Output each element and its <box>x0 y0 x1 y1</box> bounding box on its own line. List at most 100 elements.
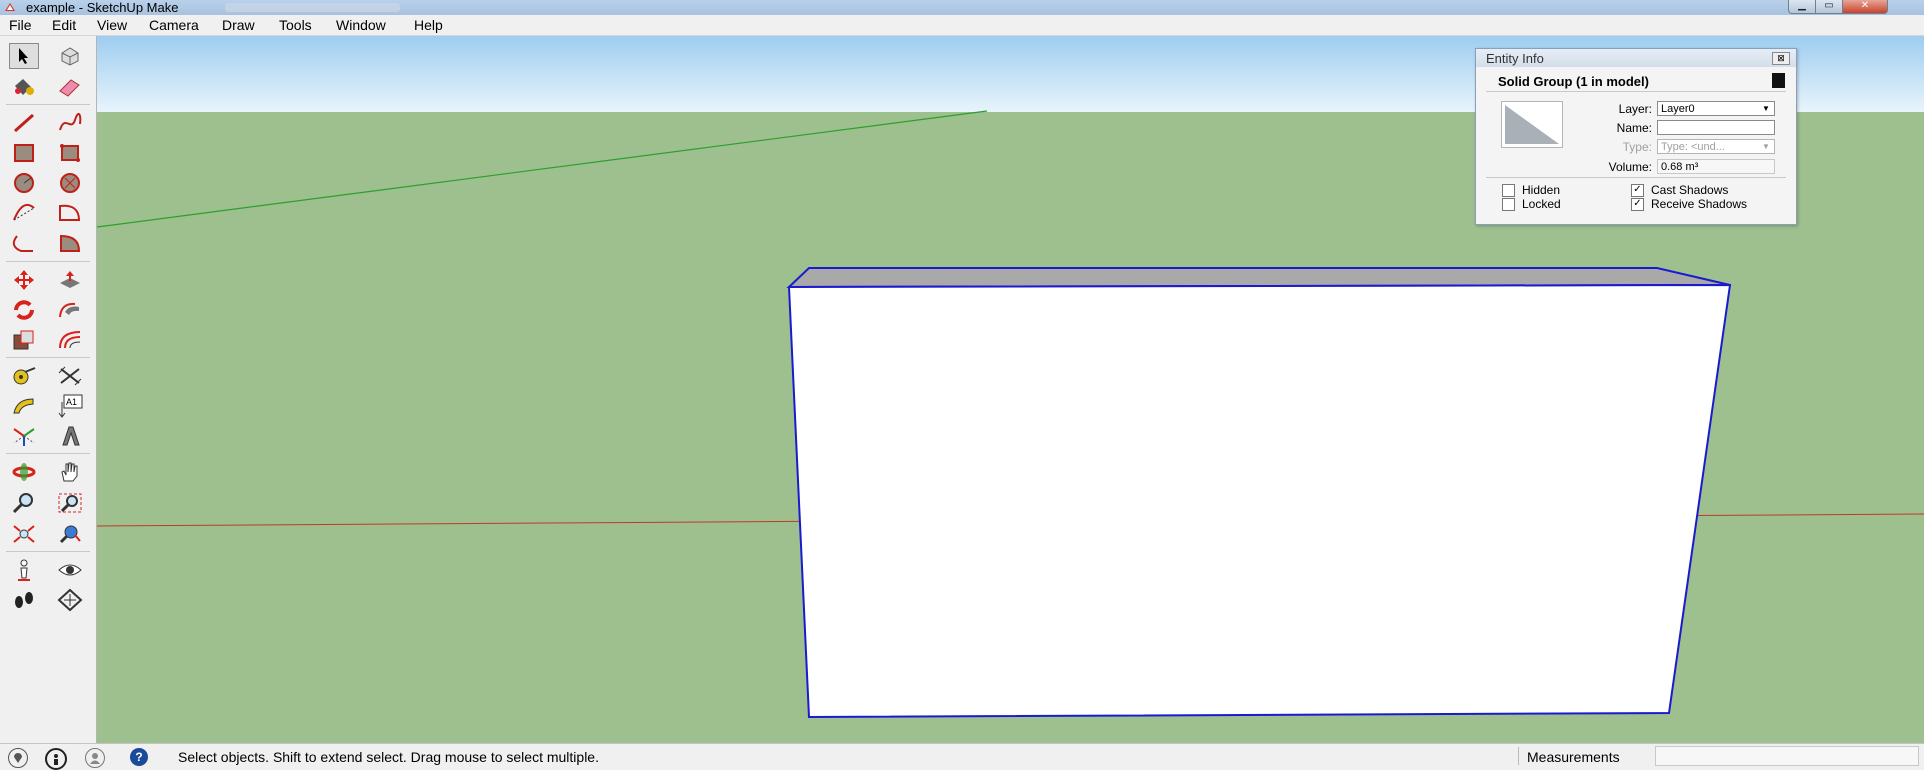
volume-field: 0.68 m³ <box>1657 159 1775 174</box>
line-tool-icon[interactable] <box>9 110 39 136</box>
move-tool-icon[interactable] <box>9 267 39 293</box>
name-field[interactable] <box>1657 120 1775 135</box>
receive-shadows-label: Receive Shadows <box>1651 197 1748 211</box>
minimize-button[interactable]: ▁ <box>1788 0 1816 14</box>
layer-label: Layer: <box>1618 102 1652 116</box>
hidden-label: Hidden <box>1522 183 1561 197</box>
type-label: Type: <box>1622 140 1652 154</box>
volume-value: 0.68 m³ <box>1661 161 1699 173</box>
menu-window[interactable]: Window <box>336 17 386 33</box>
menu-tools[interactable]: Tools <box>279 17 312 33</box>
menu-draw[interactable]: Draw <box>222 17 255 33</box>
geo-location-icon[interactable] <box>8 748 28 768</box>
offset-tool-icon[interactable] <box>55 327 85 353</box>
measurements-input[interactable] <box>1655 746 1919 766</box>
select-tool-icon[interactable] <box>9 43 39 69</box>
polygon-tool-icon[interactable] <box>55 170 85 196</box>
three-point-arc-icon[interactable] <box>9 230 39 256</box>
entity-type-label: Solid Group (1 in model) <box>1498 74 1649 89</box>
chevron-down-icon: ▼ <box>1762 104 1770 113</box>
toolbar-separator <box>6 357 90 358</box>
eraser-icon[interactable] <box>55 74 85 100</box>
large-tool-set-toolbar: A1 <box>0 36 97 743</box>
entity-info-titlebar[interactable]: Entity Info ⊠ <box>1476 49 1796 67</box>
entity-info-header: Solid Group (1 in model) <box>1486 71 1786 92</box>
section-plane-icon[interactable] <box>55 587 85 613</box>
dimension-tool-icon[interactable] <box>55 363 85 389</box>
status-divider <box>1518 747 1519 765</box>
rotated-rectangle-icon[interactable] <box>55 140 85 166</box>
push-pull-icon[interactable] <box>55 267 85 293</box>
measurements-label: Measurements <box>1527 749 1620 765</box>
text-tool-icon[interactable]: A1 <box>55 393 85 419</box>
title-bar: example - SketchUp Make ▁ ▭ ✕ <box>0 0 1924 15</box>
locked-checkbox[interactable] <box>1502 198 1515 211</box>
3d-text-icon[interactable] <box>55 423 85 449</box>
paint-bucket-icon[interactable] <box>9 74 39 100</box>
tape-measure-icon[interactable] <box>9 363 39 389</box>
menu-edit[interactable]: Edit <box>52 17 76 33</box>
rectangle-tool-icon[interactable] <box>9 140 39 166</box>
arc-tool-icon[interactable] <box>9 200 39 226</box>
type-select: Type: <und... ▼ <box>1657 139 1775 154</box>
cast-shadows-checkbox[interactable]: ✓ <box>1631 184 1644 197</box>
help-icon[interactable]: ? <box>130 748 148 766</box>
hidden-checkbox[interactable] <box>1502 184 1515 197</box>
previous-view-icon[interactable] <box>55 521 85 547</box>
toolbar-separator <box>6 551 90 552</box>
position-camera-icon[interactable] <box>9 557 39 583</box>
status-bar: ? Select objects. Shift to extend select… <box>0 743 1924 770</box>
menu-view[interactable]: View <box>97 17 127 33</box>
layer-select[interactable]: Layer0 ▼ <box>1657 101 1775 116</box>
close-icon[interactable]: ⊠ <box>1772 52 1790 65</box>
box-front-face[interactable] <box>787 283 1732 719</box>
entity-info-panel: Entity Info ⊠ Solid Group (1 in model) L… <box>1475 48 1797 225</box>
entity-info-title: Entity Info <box>1486 51 1544 66</box>
name-label: Name: <box>1616 121 1652 135</box>
circle-tool-icon[interactable] <box>9 170 39 196</box>
material-swatch[interactable] <box>1501 101 1563 148</box>
menu-file[interactable]: File <box>9 17 32 33</box>
protractor-icon[interactable] <box>9 393 39 419</box>
axes-tool-icon[interactable] <box>9 423 39 449</box>
zoom-window-icon[interactable] <box>55 490 85 516</box>
toolbar-separator <box>6 104 90 105</box>
receive-shadows-checkbox[interactable]: ✓ <box>1631 198 1644 211</box>
walk-tool-icon[interactable] <box>9 587 39 613</box>
volume-label: Volume: <box>1608 160 1652 174</box>
toolbar-separator <box>6 453 90 454</box>
scale-tool-icon[interactable] <box>9 327 39 353</box>
drawing-viewport[interactable]: Entity Info ⊠ Solid Group (1 in model) L… <box>97 36 1924 743</box>
sketchup-logo-icon <box>5 3 15 11</box>
look-around-icon[interactable] <box>55 557 85 583</box>
type-value: Type: <und... <box>1661 141 1725 153</box>
pan-tool-icon[interactable] <box>55 459 85 485</box>
close-button[interactable]: ✕ <box>1842 0 1888 14</box>
menu-bar: File Edit View Camera Draw Tools Window … <box>0 15 1924 36</box>
zoom-extents-icon[interactable] <box>9 521 39 547</box>
make-component-icon[interactable] <box>55 43 85 69</box>
zoom-tool-icon[interactable] <box>9 490 39 516</box>
follow-me-icon[interactable] <box>55 297 85 323</box>
credits-icon[interactable] <box>45 748 67 770</box>
panel-divider <box>1486 177 1786 178</box>
box-top-face[interactable] <box>786 267 1731 289</box>
title-blurred-text <box>225 3 400 12</box>
two-point-arc-icon[interactable] <box>55 200 85 226</box>
window-title: example - SketchUp Make <box>26 0 179 15</box>
user-account-icon[interactable] <box>85 748 105 768</box>
maximize-button[interactable]: ▭ <box>1815 0 1843 14</box>
chevron-down-icon: ▼ <box>1762 142 1770 151</box>
menu-help[interactable]: Help <box>414 17 443 33</box>
menu-camera[interactable]: Camera <box>149 17 199 33</box>
freehand-tool-icon[interactable] <box>55 110 85 136</box>
rotate-tool-icon[interactable] <box>9 297 39 323</box>
cast-shadows-label: Cast Shadows <box>1651 183 1729 197</box>
layer-value: Layer0 <box>1661 103 1695 115</box>
collapse-pin-icon[interactable] <box>1772 73 1785 88</box>
locked-label: Locked <box>1522 197 1561 211</box>
pie-tool-icon[interactable] <box>55 230 85 256</box>
status-message: Select objects. Shift to extend select. … <box>178 749 599 765</box>
toolbar-separator <box>6 261 90 262</box>
orbit-tool-icon[interactable] <box>9 459 39 485</box>
